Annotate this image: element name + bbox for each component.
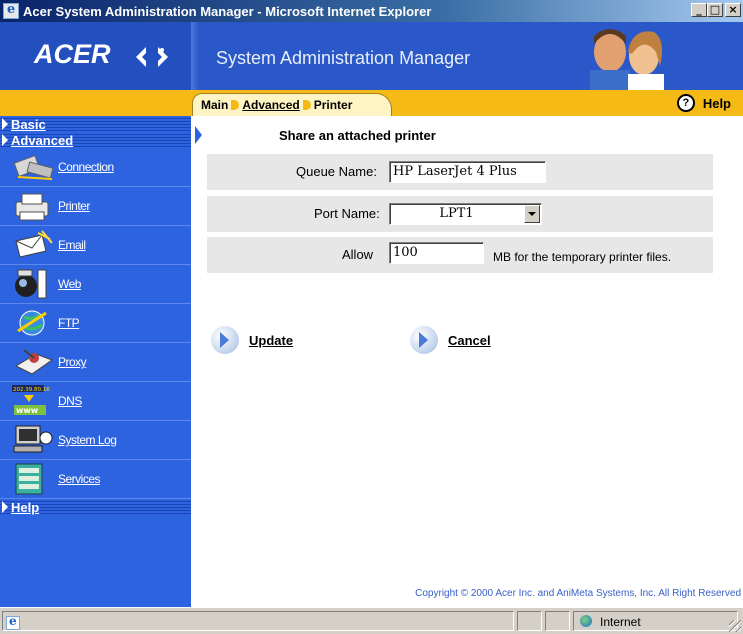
dns-icon: 202.39.80.16 www — [12, 385, 50, 415]
sidebar-item-label: FTP — [58, 316, 80, 330]
resize-grip-icon[interactable] — [729, 620, 741, 632]
proxy-icon — [14, 349, 54, 375]
globe-icon — [580, 615, 592, 627]
sidebar-item-dns[interactable]: 202.39.80.16 www DNS — [0, 382, 191, 421]
header-divider — [191, 22, 199, 90]
allow-input[interactable]: 100 — [389, 242, 484, 264]
queue-name-row: Queue Name: HP LaserJet 4 Plus — [207, 154, 713, 190]
queue-name-input[interactable]: HP LaserJet 4 Plus — [389, 161, 546, 183]
sidebar-section-advanced[interactable]: Advanced — [0, 132, 191, 148]
sidebar-item-services[interactable]: Services — [0, 460, 191, 499]
breadcrumb-separator-icon — [231, 100, 240, 110]
status-text-cell — [2, 611, 514, 631]
sidebar-item-label: Email — [58, 238, 86, 252]
sidebar-section-basic[interactable]: Basic — [0, 116, 191, 132]
port-name-value: LPT1 — [439, 206, 474, 221]
cancel-label: Cancel — [448, 332, 491, 348]
connection-icon — [13, 155, 54, 180]
sidebar-item-label: Services — [58, 472, 101, 486]
ie-page-icon — [6, 614, 20, 630]
arrow-right-icon — [2, 134, 8, 146]
sidebar-item-web[interactable]: Web — [0, 265, 191, 304]
minimize-button[interactable]: _ — [691, 3, 707, 17]
breadcrumb-printer: Printer — [313, 98, 353, 112]
breadcrumb: Main Advanced Printer — [192, 93, 392, 116]
sidebar-item-system-log[interactable]: System Log — [0, 421, 191, 460]
printer-icon — [15, 193, 49, 221]
sidebar: Basic Advanced Connection Printer Email — [0, 116, 191, 607]
web-icon — [15, 269, 47, 299]
allow-row: Allow 100 MB for the temporary printer f… — [207, 237, 713, 273]
security-zone[interactable]: Internet — [573, 611, 738, 631]
sidebar-item-label: Proxy — [58, 355, 87, 369]
sidebar-item-printer[interactable]: Printer — [0, 187, 191, 226]
breadcrumb-main[interactable]: Main — [201, 98, 228, 112]
help-icon: ? — [676, 94, 695, 112]
play-arrow-icon — [410, 326, 438, 354]
services-icon — [15, 463, 43, 495]
allow-suffix: MB for the temporary printer files. — [493, 250, 672, 264]
band-left — [0, 90, 191, 116]
arrow-right-icon — [2, 501, 8, 513]
status-cell — [545, 611, 570, 631]
sidebar-item-label: Web — [58, 277, 81, 291]
acer-logo-mark-icon — [136, 47, 168, 67]
dns-icon-text: 202.39.80.16 — [13, 387, 50, 393]
help-label: Help — [702, 95, 731, 111]
window-title-bar[interactable]: Acer System Administration Manager - Mic… — [0, 0, 743, 22]
play-arrow-icon — [211, 326, 239, 354]
main-content: Share an attached printer Queue Name: HP… — [193, 116, 743, 607]
svg-text:www: www — [16, 406, 39, 415]
sidebar-item-email[interactable]: Email — [0, 226, 191, 265]
copyright: Copyright © 2000 Acer Inc. and AniMeta S… — [415, 588, 741, 599]
maximize-button[interactable]: □ — [707, 3, 723, 17]
sidebar-section-label: Basic — [11, 116, 46, 132]
sidebar-item-label: Connection — [58, 160, 114, 174]
help-link[interactable]: ? Help — [676, 94, 731, 112]
cancel-button[interactable]: Cancel — [410, 326, 491, 354]
zone-label: Internet — [600, 615, 641, 629]
update-button[interactable]: Update — [211, 326, 293, 354]
sidebar-item-label: System Log — [58, 433, 117, 447]
sidebar-section-help[interactable]: Help — [0, 499, 191, 515]
sidebar-item-label: Printer — [58, 199, 90, 213]
page-header: ACER System Administration Manager — [0, 22, 743, 90]
breadcrumb-advanced[interactable]: Advanced — [242, 98, 299, 112]
logo-area: ACER — [0, 22, 191, 90]
window-title: Acer System Administration Manager - Mic… — [23, 3, 432, 19]
port-name-row: Port Name: LPT1 — [207, 196, 713, 232]
section-arrow-icon — [195, 126, 202, 144]
close-button[interactable]: × — [725, 3, 741, 17]
people-photo — [572, 22, 680, 90]
ie-icon — [3, 2, 19, 19]
breadcrumb-separator-icon — [302, 100, 311, 110]
system-log-icon — [13, 425, 53, 453]
status-cell — [517, 611, 542, 631]
sidebar-item-ftp[interactable]: FTP — [0, 304, 191, 343]
form-title: Share an attached printer — [279, 128, 436, 143]
status-bar: Internet — [0, 607, 743, 634]
nav-band: Main Advanced Printer ? Help — [0, 90, 743, 116]
allow-label: Allow — [342, 247, 374, 262]
chevron-down-icon[interactable] — [524, 205, 540, 223]
email-icon — [15, 230, 53, 258]
acer-logo: ACER — [34, 39, 111, 69]
port-name-select[interactable]: LPT1 — [389, 203, 542, 225]
arrow-right-icon — [2, 118, 8, 130]
port-name-label: Port Name: — [314, 206, 380, 221]
header-title: System Administration Manager — [216, 48, 471, 68]
queue-name-label: Queue Name: — [296, 164, 377, 179]
sidebar-section-label: Advanced — [11, 132, 74, 148]
ftp-icon — [17, 310, 47, 336]
sidebar-item-label: DNS — [58, 394, 82, 408]
sidebar-item-proxy[interactable]: Proxy — [0, 343, 191, 382]
sidebar-item-connection[interactable]: Connection — [0, 148, 191, 187]
sidebar-section-label: Help — [11, 499, 40, 515]
update-label: Update — [249, 332, 294, 348]
